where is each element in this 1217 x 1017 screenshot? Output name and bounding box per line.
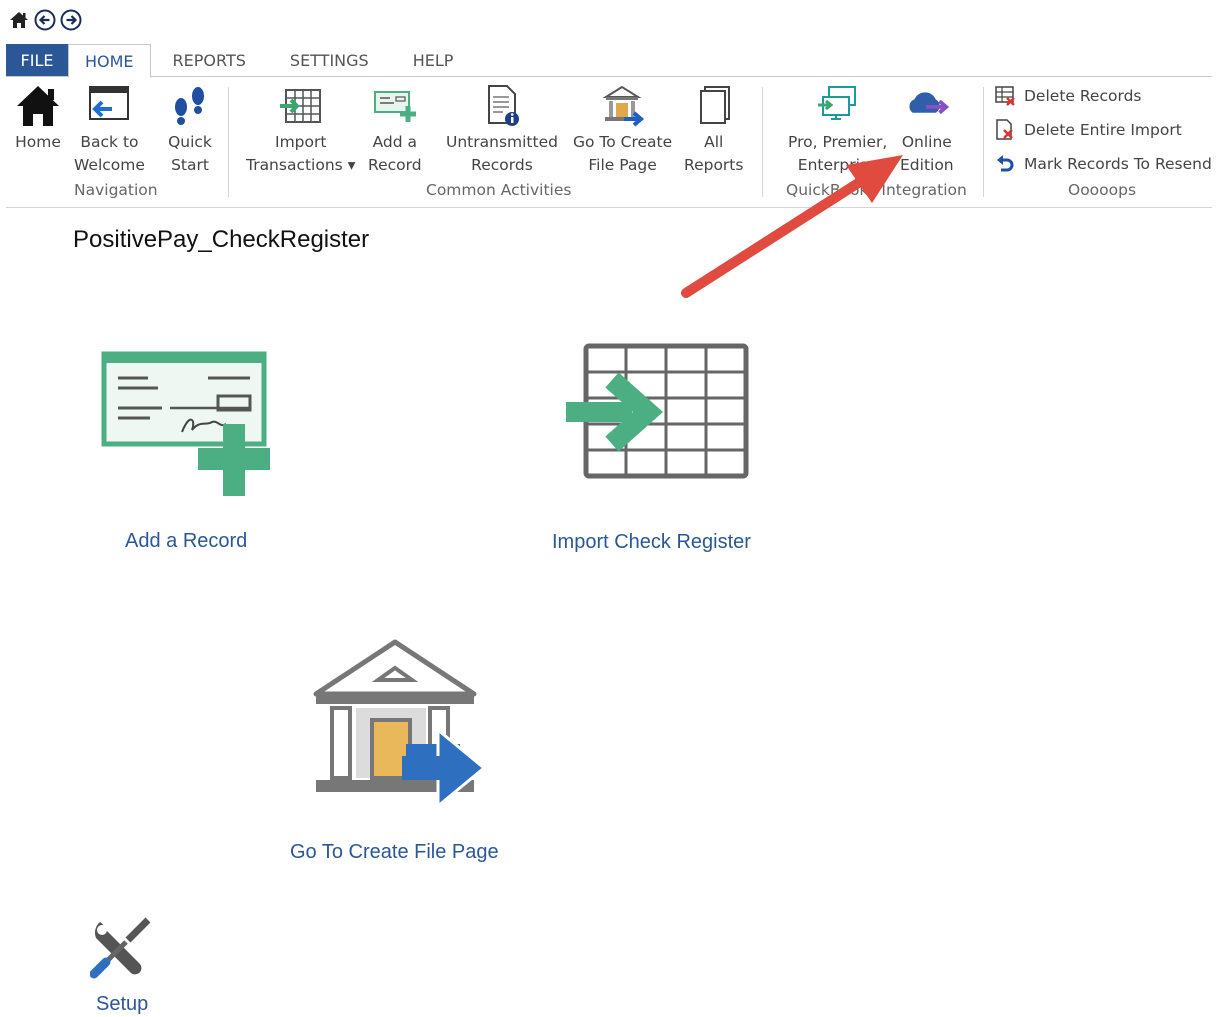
mark-records-to-resend-button[interactable]: Mark Records To Resend: [994, 153, 1212, 175]
back-to-welcome-label: Back to Welcome: [74, 133, 145, 174]
ooooops-group-label: Ooooops: [1068, 181, 1137, 199]
undo-arrow-icon: [994, 153, 1016, 175]
go-to-create-file-ribbon-button[interactable]: Go To Create File Page: [573, 81, 672, 177]
tab-settings[interactable]: SETTINGS: [268, 44, 391, 77]
pro-premier-enterprise-label: Pro, Premier, Enterprise: [788, 133, 888, 174]
common-activities-group-label: Common Activities: [426, 181, 572, 199]
delete-records-icon: [994, 85, 1016, 107]
check-add-icon: [371, 81, 419, 131]
go-to-create-file-tile[interactable]: [310, 636, 490, 811]
go-to-create-file-tile-label[interactable]: Go To Create File Page: [290, 841, 499, 864]
import-transactions-label: Import Transactions ▾: [246, 133, 356, 174]
add-record-ribbon-label: Add a Record: [368, 133, 422, 174]
quick-start-label: Quick Start: [168, 133, 212, 174]
back-to-welcome-icon: [85, 81, 133, 131]
check-plus-icon: [101, 351, 270, 496]
home-icon[interactable]: [8, 9, 30, 31]
footprints-icon: [166, 81, 214, 131]
import-grid-icon: [277, 81, 325, 131]
page-title: PositivePay_CheckRegister: [73, 226, 370, 253]
group-divider: [228, 87, 229, 197]
quick-access-toolbar: [8, 8, 82, 32]
online-edition-label: Online Edition: [900, 133, 954, 174]
untransmitted-records-button[interactable]: Untransmitted Records: [446, 81, 558, 177]
setup-tile-label[interactable]: Setup: [96, 993, 148, 1016]
ribbon-tabs: FILE HOME REPORTS SETTINGS HELP: [6, 44, 476, 78]
setup-tile[interactable]: [89, 916, 154, 980]
import-check-register-tile[interactable]: [562, 342, 752, 482]
delete-entire-import-button[interactable]: Delete Entire Import: [994, 119, 1182, 141]
add-record-ribbon-button[interactable]: Add a Record: [368, 81, 422, 177]
all-reports-label: All Reports: [684, 133, 744, 174]
quick-start-button[interactable]: Quick Start: [166, 81, 214, 177]
add-record-tile[interactable]: [100, 350, 280, 500]
online-edition-button[interactable]: Online Edition: [900, 81, 954, 177]
import-transactions-button[interactable]: Import Transactions ▾: [246, 81, 355, 177]
home-button[interactable]: Home: [14, 81, 62, 154]
tab-file[interactable]: FILE: [6, 44, 68, 77]
delete-records-button[interactable]: Delete Records: [994, 85, 1141, 107]
untransmitted-records-label: Untransmitted Records: [446, 133, 558, 174]
back-arrow-icon[interactable]: [34, 9, 56, 31]
import-check-register-tile-label[interactable]: Import Check Register: [552, 531, 751, 554]
wrench-screwdriver-icon: [89, 917, 151, 979]
desktop-sync-icon: [814, 81, 862, 131]
ribbon: Home Back to Welcome Quick Start Navigatio…: [6, 76, 1212, 208]
home-label: Home: [15, 133, 61, 151]
back-to-welcome-button[interactable]: Back to Welcome: [74, 81, 145, 177]
bank-arrow-icon: [599, 81, 647, 131]
navigation-group-label: Navigation: [74, 181, 158, 199]
house-icon: [14, 81, 62, 131]
group-divider: [762, 87, 763, 197]
tab-reports[interactable]: REPORTS: [151, 44, 268, 77]
tab-help[interactable]: HELP: [391, 44, 476, 77]
delete-records-label: Delete Records: [1024, 87, 1142, 105]
delete-import-icon: [994, 119, 1016, 141]
delete-entire-import-label: Delete Entire Import: [1024, 121, 1182, 139]
pro-premier-enterprise-button[interactable]: Pro, Premier, Enterprise: [788, 81, 887, 177]
quickbooks-integration-group-label: QuickBooks Integration: [786, 181, 967, 199]
go-to-create-file-ribbon-label: Go To Create File Page: [573, 133, 673, 174]
tab-home[interactable]: HOME: [68, 44, 151, 78]
mark-records-to-resend-label: Mark Records To Resend: [1024, 155, 1212, 173]
bank-arrow-large-icon: [313, 639, 487, 810]
forward-arrow-icon[interactable]: [60, 9, 82, 31]
document-info-icon: [478, 81, 526, 131]
add-record-tile-label[interactable]: Add a Record: [125, 530, 247, 553]
reports-pages-icon: [690, 81, 738, 131]
cloud-arrow-icon: [903, 81, 951, 131]
all-reports-button[interactable]: All Reports: [684, 81, 743, 177]
grid-import-icon: [566, 343, 749, 479]
group-divider: [983, 87, 984, 197]
